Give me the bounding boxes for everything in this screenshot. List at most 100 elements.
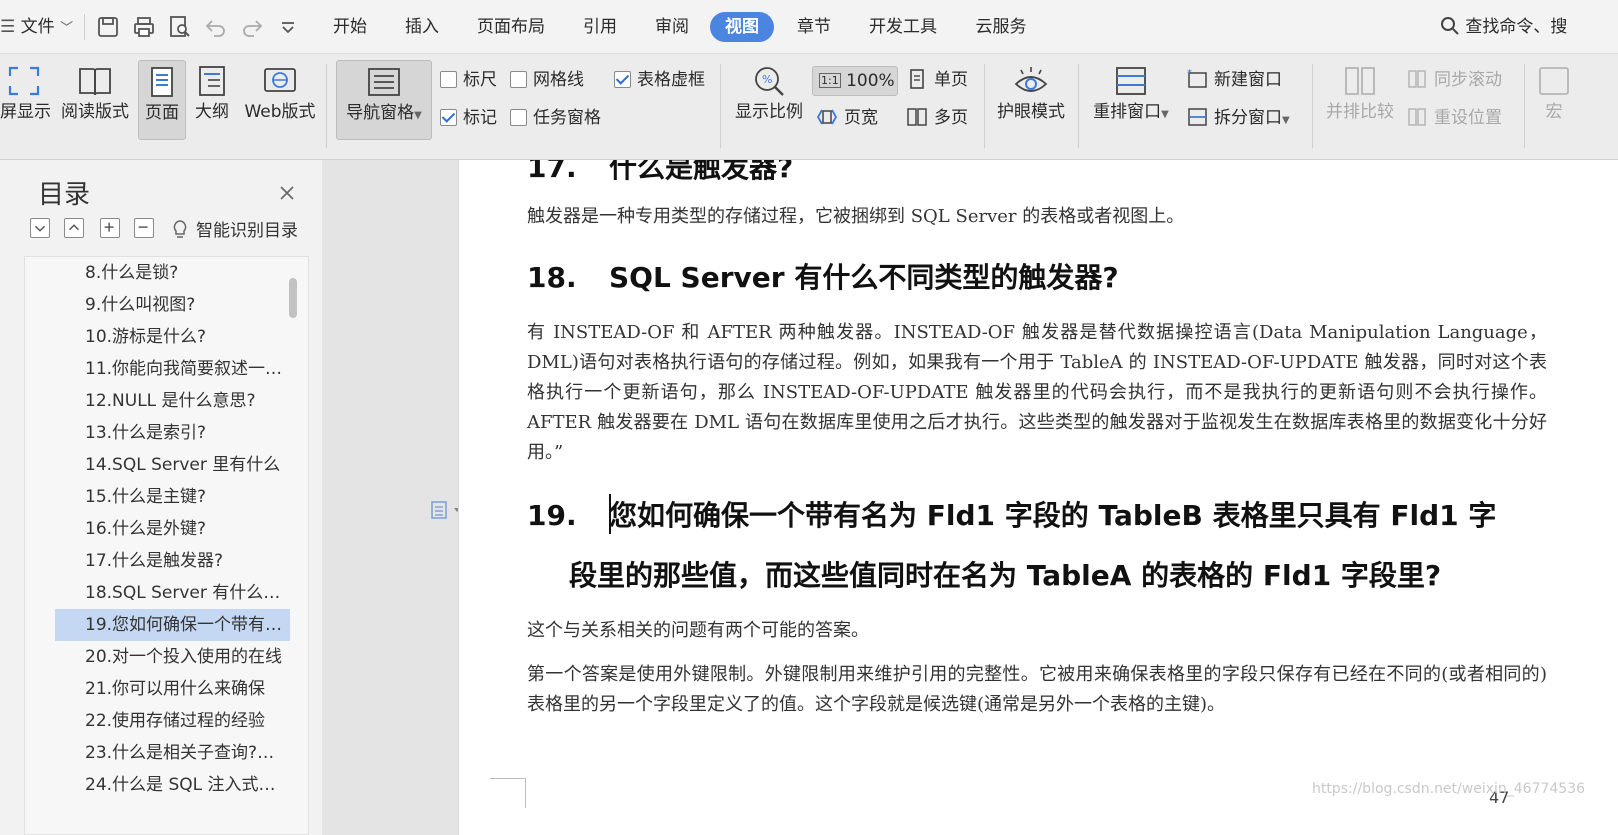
smart-toc-button[interactable]: 智能识别目录 bbox=[170, 216, 298, 241]
rearrange-windows-icon bbox=[1116, 67, 1146, 95]
toc-scrollbar-thumb[interactable] bbox=[289, 278, 297, 318]
split-window-label: 拆分窗口 bbox=[1214, 108, 1282, 128]
customize-toolbar-icon[interactable] bbox=[276, 15, 300, 39]
fullscreen-button[interactable]: 屏显示 bbox=[0, 60, 51, 140]
dropdown-arrow-icon: ▼ bbox=[1161, 109, 1169, 120]
file-menu-label: 文件 bbox=[20, 17, 55, 37]
marks-check bbox=[440, 109, 457, 126]
single-page-button[interactable]: 单页 bbox=[906, 66, 968, 94]
dropdown-arrow-icon: ▼ bbox=[1282, 115, 1290, 126]
toc-item[interactable]: 9.什么叫视图? bbox=[55, 289, 290, 321]
print-preview-icon[interactable] bbox=[168, 15, 192, 39]
toc-item[interactable]: 13.什么是索引? bbox=[55, 417, 290, 449]
new-window-button[interactable]: * 新建窗口 bbox=[1186, 66, 1282, 94]
toc-item[interactable]: 16.什么是外键? bbox=[55, 513, 290, 545]
toc-item[interactable]: 15.什么是主键? bbox=[55, 481, 290, 513]
heading-number: 19. bbox=[527, 499, 577, 532]
sync-scroll-button[interactable]: 同步滚动 bbox=[1406, 66, 1502, 94]
outline-view-button[interactable]: 大纲 bbox=[190, 60, 234, 140]
split-window-button[interactable]: 拆分窗口▼ bbox=[1186, 104, 1290, 132]
file-menu[interactable]: ☰ 文件 ﹀ bbox=[0, 0, 73, 54]
reading-mode-button[interactable]: 阅读版式 bbox=[58, 60, 132, 140]
rearrange-windows-label: 重排窗口 bbox=[1093, 102, 1162, 122]
toc-item[interactable]: 8.什么是锁? bbox=[55, 257, 290, 289]
zoom-100-button[interactable]: 1:1 100% bbox=[812, 66, 898, 96]
zoom-button[interactable]: % 显示比例 bbox=[730, 60, 808, 140]
watermark: https://blog.csdn.net/weixin_46774536 bbox=[1312, 781, 1586, 797]
multi-page-icon bbox=[907, 108, 927, 126]
tab-view[interactable]: 视图 bbox=[710, 12, 774, 42]
svg-text:%: % bbox=[762, 73, 772, 86]
task-pane-checkbox[interactable]: 任务窗格 bbox=[510, 104, 601, 132]
toc-item[interactable]: 10.游标是什么? bbox=[55, 321, 290, 353]
toc-item[interactable]: 12.NULL 是什么意思? bbox=[55, 385, 290, 417]
document-gutter bbox=[322, 160, 458, 835]
multi-page-label: 多页 bbox=[934, 108, 968, 128]
paragraph-19b: 第一个答案是使用外键限制。外键限制用来维护引用的完整性。它被用来确保表格里的字段… bbox=[527, 664, 1547, 715]
toc-item[interactable]: 22.使用存储过程的经验 bbox=[55, 705, 290, 737]
save-icon[interactable] bbox=[96, 15, 120, 39]
tab-chapter[interactable]: 章节 bbox=[786, 0, 842, 54]
toc-item[interactable]: 24.什么是 SQL 注入式攻击 bbox=[55, 769, 290, 801]
toc-item[interactable]: 23.什么是相关子查询?如何 bbox=[55, 737, 290, 769]
document-page[interactable]: 17. 什么是触发器? 触发器是一种专用类型的存储过程，它被捆绑到 SQL Ser… bbox=[458, 160, 1618, 835]
heading-number: 17. bbox=[527, 160, 577, 184]
tab-page-layout[interactable]: 页面布局 bbox=[466, 0, 556, 54]
close-icon[interactable] bbox=[276, 182, 298, 204]
toc-item[interactable]: 14.SQL Server 里有什么 bbox=[55, 449, 290, 481]
toc-item[interactable]: 11.你能向我简要叙述一下SQL Server bbox=[55, 353, 290, 385]
search-command[interactable]: 查找命令、搜 bbox=[1440, 0, 1567, 54]
remove-heading-icon[interactable] bbox=[134, 218, 154, 238]
rearrange-windows-button[interactable]: 重排窗口▼ bbox=[1088, 60, 1174, 140]
text-cursor bbox=[609, 494, 611, 534]
nav-pane-button[interactable]: 导航窗格▼ bbox=[336, 60, 432, 140]
tab-home[interactable]: 开始 bbox=[322, 0, 378, 54]
ruler-checkbox[interactable]: 标尺 bbox=[440, 66, 497, 94]
toc-item[interactable]: 18.SQL Server 有什么不同类型的触发器? bbox=[55, 577, 290, 609]
sync-scroll-label: 同步滚动 bbox=[1434, 70, 1502, 90]
tab-cloud[interactable]: 云服务 bbox=[964, 0, 1038, 54]
tab-insert[interactable]: 插入 bbox=[394, 0, 450, 54]
undo-icon[interactable] bbox=[204, 15, 228, 39]
tab-references[interactable]: 引用 bbox=[572, 0, 628, 54]
side-by-side-button[interactable]: 并排比较 bbox=[1322, 60, 1398, 140]
marks-checkbox[interactable]: 标记 bbox=[440, 104, 497, 132]
table-gridlines-label: 表格虚框 bbox=[637, 70, 705, 90]
tab-review[interactable]: 审阅 bbox=[644, 0, 700, 54]
task-pane-check bbox=[510, 109, 527, 126]
new-window-icon: * bbox=[1187, 68, 1207, 88]
gridlines-checkbox[interactable]: 网格线 bbox=[510, 66, 584, 94]
web-view-button[interactable]: Web版式 bbox=[240, 60, 320, 140]
toc-item[interactable]: 21.你可以用什么来确保 bbox=[55, 673, 290, 705]
toc-item[interactable]: 17.什么是触发器? bbox=[55, 545, 290, 577]
multi-page-button[interactable]: 多页 bbox=[906, 104, 968, 132]
zoom-value: 100% bbox=[846, 71, 895, 91]
print-icon[interactable] bbox=[132, 15, 156, 39]
new-window-label: 新建窗口 bbox=[1214, 70, 1282, 90]
eye-mode-button[interactable]: 护眼模式 bbox=[992, 60, 1070, 140]
page-width-icon bbox=[816, 109, 838, 125]
toc-item[interactable]: 20.对一个投入使用的在线 bbox=[55, 641, 290, 673]
tab-developer[interactable]: 开发工具 bbox=[858, 0, 948, 54]
zoom-label: 显示比例 bbox=[735, 102, 803, 122]
table-gridlines-checkbox[interactable]: 表格虚框 bbox=[614, 66, 705, 94]
reset-position-label: 重设位置 bbox=[1434, 108, 1502, 128]
side-by-side-icon bbox=[1345, 67, 1375, 95]
redo-icon[interactable] bbox=[240, 15, 264, 39]
ribbon: 屏显示 阅读版式 页面 大纲 Web版式 导航窗格▼ 标尺 网格线 表格虚框 标… bbox=[0, 54, 1618, 160]
expand-all-icon[interactable] bbox=[30, 218, 50, 238]
book-icon bbox=[79, 68, 111, 96]
collapse-all-icon[interactable] bbox=[64, 218, 84, 238]
page-corner-mark bbox=[490, 778, 526, 808]
reading-mode-label: 阅读版式 bbox=[61, 102, 129, 122]
page-view-button[interactable]: 页面 bbox=[138, 60, 186, 140]
search-command-label: 查找命令、搜 bbox=[1465, 17, 1568, 37]
macro-button[interactable]: 宏 bbox=[1534, 60, 1574, 140]
add-heading-icon[interactable] bbox=[100, 218, 120, 238]
reset-position-button[interactable]: 重设位置 bbox=[1406, 104, 1502, 132]
single-page-icon bbox=[910, 69, 924, 89]
toc-list: 8.什么是锁? 9.什么叫视图? 10.游标是什么? 11.你能向我简要叙述一下… bbox=[24, 256, 309, 835]
dropdown-arrow-icon: ▼ bbox=[414, 110, 422, 121]
page-width-button[interactable]: 页宽 bbox=[816, 104, 878, 132]
toc-item-selected[interactable]: 19.您如何确保一个带有名为Fld1 bbox=[55, 609, 290, 641]
